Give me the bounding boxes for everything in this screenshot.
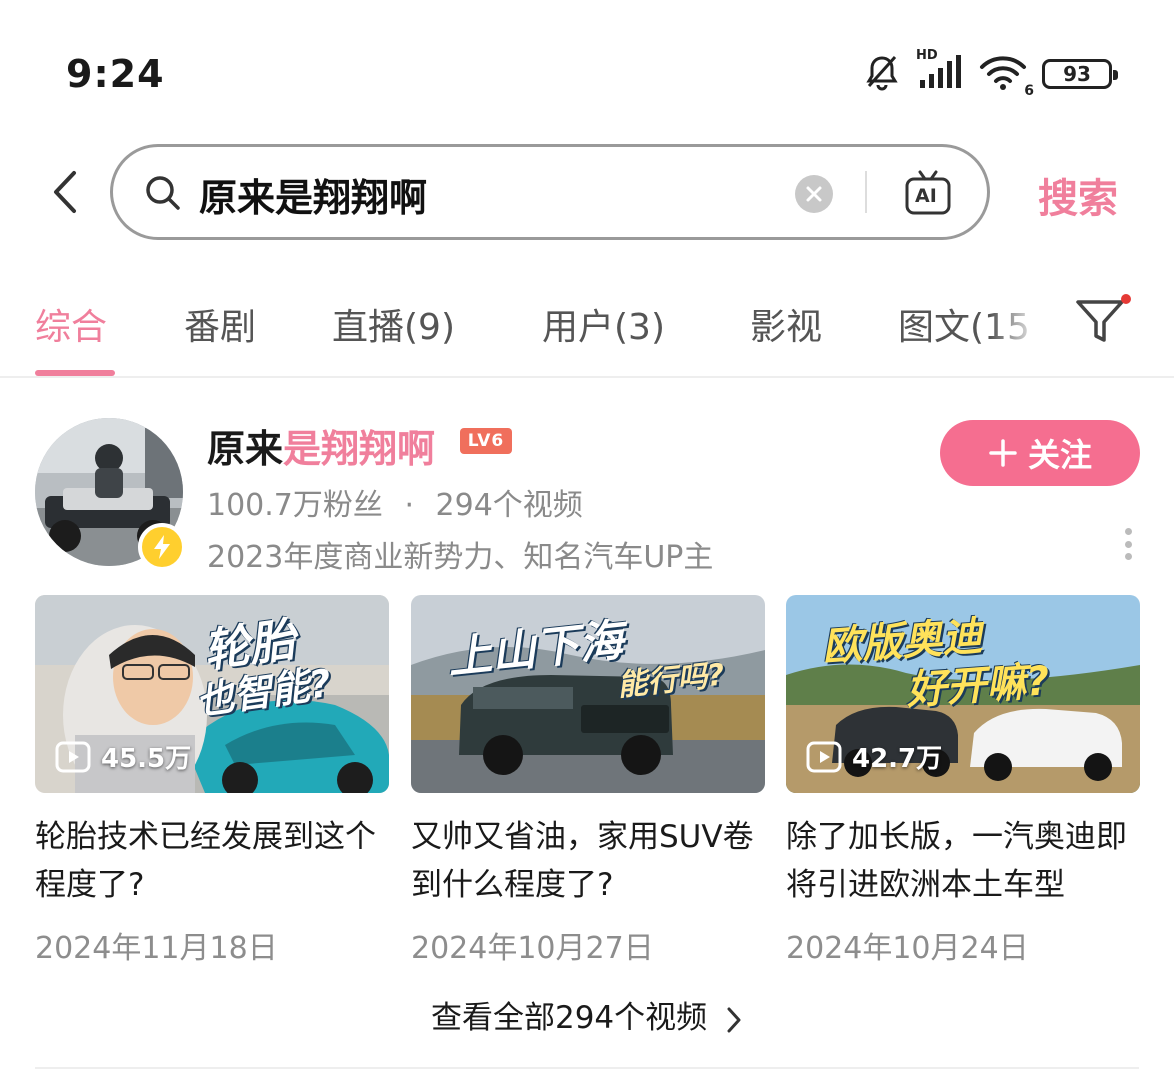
battery-icon: 93 (1042, 59, 1118, 89)
more-dot-icon (1124, 553, 1132, 560)
tab-live[interactable]: 直播(9) (332, 298, 455, 350)
video-count: 294个视频 (435, 488, 583, 523)
play-count: 42.7万 (806, 738, 942, 775)
close-icon (806, 186, 822, 202)
user-name[interactable]: 原来是翔翔啊 (207, 418, 435, 473)
video-thumbnail[interactable]: 上山下海 能行吗? (411, 595, 765, 793)
play-count: 45.5万 (55, 738, 191, 775)
play-count-value: 45.5万 (101, 744, 192, 774)
tab-anime[interactable]: 番剧 (184, 298, 256, 350)
play-icon (55, 741, 91, 772)
user-stats: 100.7万粉丝 · 294个视频 (207, 480, 583, 524)
search-query[interactable]: 原来是翔翔啊 (199, 167, 427, 222)
video-title[interactable]: 又帅又省油，家用SUV卷到什么程度了? (411, 813, 765, 909)
tabs-fade (990, 300, 1050, 360)
chevron-left-icon (54, 171, 76, 213)
back-button[interactable] (40, 162, 90, 222)
tabs-divider (0, 376, 1174, 378)
status-bar: 9:24 HD 6 93 (0, 0, 1174, 130)
tab-users[interactable]: 用户(3) (542, 298, 665, 350)
video-title[interactable]: 轮胎技术已经发展到这个程度了? (35, 813, 389, 909)
search-input[interactable]: 原来是翔翔啊 AI (110, 144, 990, 240)
see-all-label: 查看全部294个视频 (430, 1000, 708, 1036)
more-dot-icon (1124, 540, 1132, 548)
play-icon (806, 741, 842, 772)
search-button[interactable]: 搜索 (1038, 166, 1118, 224)
user-name-highlight: 是翔翔啊 (283, 427, 436, 471)
bell-muted-icon (862, 52, 902, 96)
wifi-label: 6 (1024, 83, 1034, 99)
follow-button[interactable]: 关注 (940, 420, 1140, 486)
video-card[interactable]: 欧版奥迪 好开嘛? 42.7万 除了加长版，一汽奥迪即将引进欧洲本土车型 202… (786, 595, 1140, 967)
stats-separator: · (404, 488, 414, 523)
battery-level: 93 (1063, 62, 1091, 86)
video-card[interactable]: 上山下海 能行吗? 又帅又省油，家用SUV卷到什么程度了? 2024年10月27… (411, 595, 765, 967)
video-thumbnail[interactable]: 欧版奥迪 好开嘛? 42.7万 (786, 595, 1140, 793)
verified-badge-icon (138, 523, 186, 571)
clear-search-button[interactable] (795, 175, 833, 213)
filter-notification-dot (1121, 294, 1131, 304)
video-title[interactable]: 除了加长版，一汽奥迪即将引进欧洲本土车型 (786, 813, 1140, 909)
user-description: 2023年度商业新势力、知名汽车UP主 (207, 540, 714, 575)
video-thumbnail[interactable]: 轮胎 也智能? 45.5万 (35, 595, 389, 793)
chevron-right-icon (727, 1007, 741, 1032)
level-badge: LV6 (460, 428, 512, 454)
status-icons: HD 6 93 (862, 48, 1118, 99)
ai-search-button[interactable]: AI (903, 169, 953, 217)
network-label: HD (916, 48, 938, 63)
see-all-videos-link[interactable]: 查看全部294个视频 (0, 992, 1174, 1037)
cellular-signal-icon: HD (916, 48, 964, 94)
user-name-prefix: 原来 (207, 427, 284, 471)
wifi-icon: 6 (978, 53, 1034, 99)
video-date: 2024年10月27日 (411, 931, 654, 966)
search-icon (143, 173, 183, 217)
video-date: 2024年10月24日 (786, 931, 1029, 966)
ai-label: AI (915, 185, 937, 207)
plus-icon (989, 439, 1017, 467)
follower-count: 100.7万粉丝 (207, 488, 383, 523)
video-card[interactable]: 轮胎 也智能? 45.5万 轮胎技术已经发展到这个程度了? 2024年11月18… (35, 595, 389, 967)
play-count-value: 42.7万 (852, 744, 943, 774)
search-divider (865, 171, 867, 213)
video-date: 2024年11月18日 (35, 931, 278, 966)
tab-all[interactable]: 综合 (35, 298, 107, 350)
thumbnail-overlay-line2: 好开嘛? (904, 658, 1051, 714)
filter-button[interactable] (1072, 296, 1132, 348)
tab-film[interactable]: 影视 (750, 298, 822, 350)
follow-label: 关注 (1027, 436, 1092, 474)
section-divider (35, 1067, 1139, 1069)
more-options-button[interactable] (1114, 526, 1142, 562)
status-time: 9:24 (66, 52, 165, 96)
filter-icon (1076, 300, 1124, 342)
more-dot-icon (1124, 528, 1132, 535)
